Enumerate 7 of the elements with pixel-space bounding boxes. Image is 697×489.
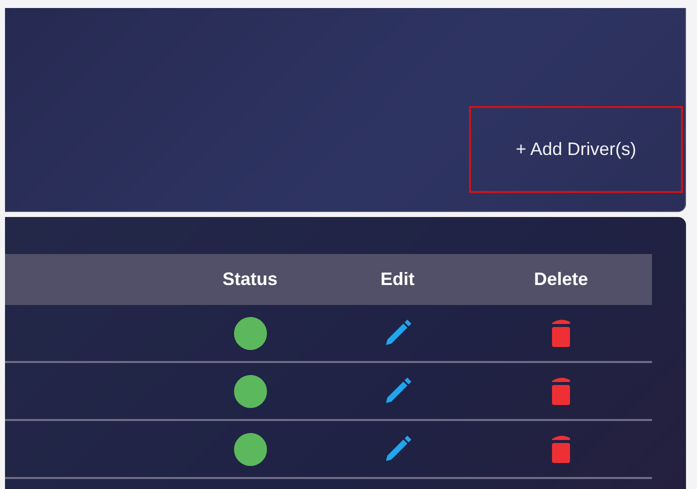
- column-header: Status: [222, 269, 278, 290]
- add-driver-button[interactable]: + Add Driver(s): [510, 135, 642, 164]
- column-header: Edit: [380, 269, 414, 290]
- trash-icon[interactable]: [550, 317, 572, 349]
- column-header: Delete: [534, 269, 588, 290]
- trash-icon[interactable]: [550, 375, 572, 407]
- trash-icon[interactable]: [550, 433, 572, 465]
